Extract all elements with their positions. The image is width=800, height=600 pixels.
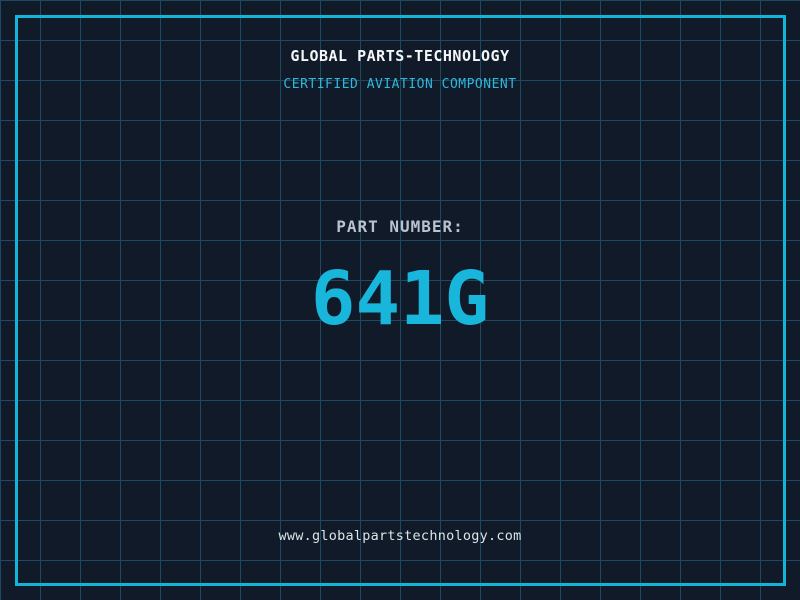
website-url: www.globalpartstechnology.com xyxy=(278,528,522,544)
part-number-value: 641G xyxy=(310,256,490,342)
certificate-subtitle: CERTIFIED AVIATION COMPONENT xyxy=(283,77,517,92)
certificate-screen: GLOBAL PARTS-TECHNOLOGY CERTIFIED AVIATI… xyxy=(0,0,800,600)
company-title: GLOBAL PARTS-TECHNOLOGY xyxy=(290,47,510,65)
part-number-label: PART NUMBER: xyxy=(336,217,464,236)
